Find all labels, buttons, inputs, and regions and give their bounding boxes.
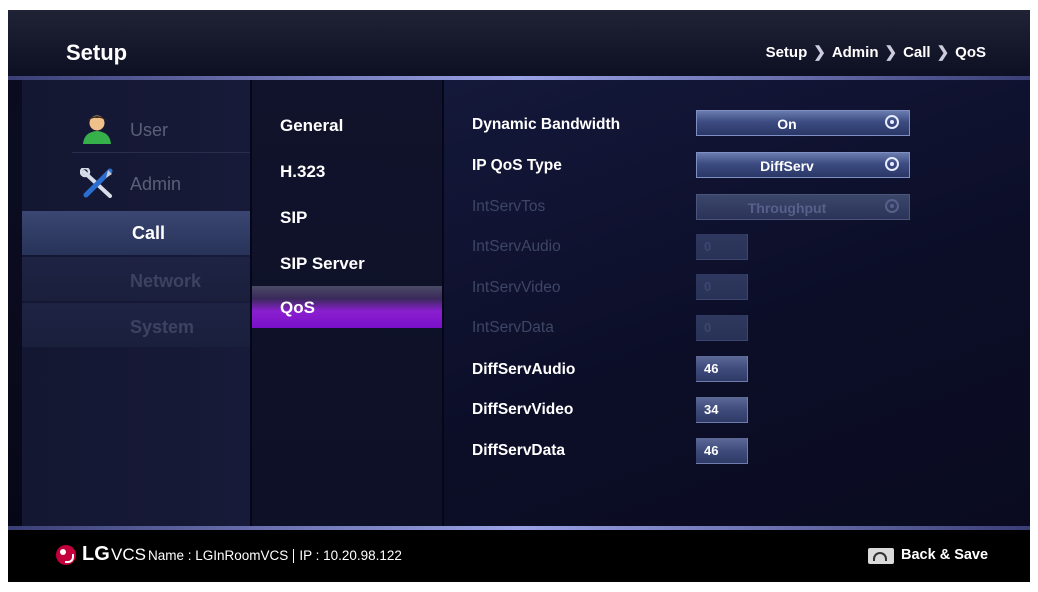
field-value: 0 — [704, 279, 712, 294]
intserv-tos-label: IntServTos — [472, 198, 546, 215]
left-menu: User Admin Call Network System — [22, 80, 250, 526]
product-name: VCS — [111, 545, 146, 564]
select-option-icon — [885, 199, 899, 213]
ip-qos-type-select[interactable]: DiffServ — [696, 152, 910, 178]
left-menu-label: Network — [130, 271, 202, 291]
left-menu-label: User — [130, 120, 169, 140]
breadcrumb-item: Call — [903, 44, 931, 61]
breadcrumb-chevron-icon: ❯ — [936, 44, 950, 61]
ip-qos-type-label: IP QoS Type — [472, 157, 562, 174]
select-value: DiffServ — [760, 158, 814, 174]
lg-logo-icon — [56, 545, 76, 565]
page-title: Setup — [66, 40, 128, 65]
select-option-icon — [885, 115, 899, 129]
tab-sip[interactable]: SIP — [252, 198, 442, 236]
main-area: User Admin Call Network System General H… — [8, 80, 1030, 526]
intserv-audio-label: IntServAudio — [472, 238, 561, 255]
tab-label: SIP Server — [280, 254, 365, 273]
breadcrumb-item: QoS — [955, 44, 986, 61]
brand-name: LG — [82, 543, 110, 565]
left-menu-label: System — [130, 317, 195, 337]
diffserv-data-field[interactable]: 46 — [696, 438, 748, 464]
intserv-tos-select[interactable]: Throughput — [696, 194, 910, 220]
left-menu-item-admin[interactable]: Admin — [22, 160, 250, 204]
diffserv-audio-label: DiffServAudio — [472, 361, 576, 378]
field-value: 46 — [704, 443, 719, 458]
tab-h323[interactable]: H.323 — [252, 152, 442, 190]
diffserv-video-label: DiffServVideo — [472, 401, 574, 418]
intserv-video-label: IntServVideo — [472, 279, 561, 296]
field-value: 0 — [704, 239, 712, 254]
select-option-icon — [885, 157, 899, 171]
qos-settings-panel: Dynamic Bandwidth On IP QoS Type DiffSer… — [444, 80, 1030, 526]
field-value: 46 — [704, 361, 719, 376]
tab-label: H.323 — [280, 162, 326, 181]
intserv-data-label: IntServData — [472, 319, 554, 336]
divider — [72, 152, 250, 153]
device-ip: IP : 10.20.98.122 — [299, 548, 402, 563]
sub-menu: General H.323 SIP SIP Server QoS — [252, 80, 442, 526]
breadcrumb-item: Setup — [765, 44, 808, 61]
left-menu-item-system[interactable]: System — [22, 303, 250, 347]
field-value: 0 — [704, 320, 712, 335]
footer: LG VCS Name : LGInRoomVCS IP : 10.20.98.1… — [8, 530, 1030, 582]
left-menu-item-call[interactable]: Call — [22, 211, 250, 255]
dynamic-bandwidth-select[interactable]: On — [696, 110, 910, 136]
device-name: Name : LGInRoomVCS — [148, 548, 289, 563]
diffserv-video-field[interactable]: 34 — [696, 397, 748, 423]
select-value: Throughput — [747, 200, 827, 216]
header: Setup Setup ❯ Admin ❯ Call ❯ QoS — [8, 10, 1030, 76]
intserv-video-field[interactable]: 0 — [696, 274, 748, 300]
admin-tools-icon — [80, 168, 113, 198]
tv-screen: Setup Setup ❯ Admin ❯ Call ❯ QoS User Ad… — [8, 10, 1030, 582]
field-value: 34 — [704, 402, 719, 417]
tab-label: General — [280, 116, 344, 135]
select-value: On — [777, 116, 797, 132]
diffserv-audio-field[interactable]: 46 — [696, 356, 748, 382]
tab-general[interactable]: General — [252, 106, 442, 144]
left-menu-label: Admin — [130, 174, 182, 194]
dynamic-bandwidth-label: Dynamic Bandwidth — [472, 116, 621, 133]
diffserv-data-label: DiffServData — [472, 442, 566, 459]
tab-qos[interactable]: QoS — [252, 286, 442, 328]
left-menu-label: Call — [132, 223, 166, 243]
back-and-save-button[interactable]: Back & Save — [901, 547, 988, 563]
intserv-data-field[interactable]: 0 — [696, 315, 748, 341]
divider — [293, 549, 295, 564]
left-menu-item-network[interactable]: Network — [22, 257, 250, 301]
device-info: Name : LGInRoomVCS IP : 10.20.98.122 — [148, 548, 402, 564]
tab-label: SIP — [280, 208, 308, 227]
tab-sip-server[interactable]: SIP Server — [252, 244, 442, 282]
back-remote-icon — [868, 548, 894, 564]
left-menu-item-user[interactable]: User — [22, 106, 250, 150]
intserv-audio-field[interactable]: 0 — [696, 234, 748, 260]
breadcrumb-item: Admin — [831, 44, 879, 61]
breadcrumb-chevron-icon: ❯ — [813, 44, 826, 61]
user-icon — [83, 115, 111, 144]
breadcrumb: Setup ❯ Admin ❯ Call ❯ QoS — [766, 43, 986, 61]
breadcrumb-chevron-icon: ❯ — [884, 44, 898, 61]
tab-label: QoS — [280, 298, 315, 317]
